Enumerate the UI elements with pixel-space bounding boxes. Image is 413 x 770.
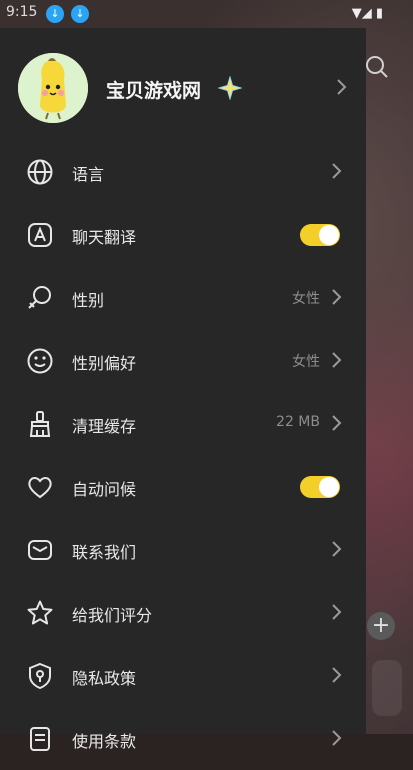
- chevron-right-icon: [335, 78, 349, 96]
- menu-item-label: 性别偏好: [72, 354, 137, 373]
- background-card: [372, 660, 402, 716]
- profile-name: 宝贝游戏网: [106, 80, 202, 102]
- menu-item-label: 性别: [72, 291, 105, 310]
- menu-item-label: 语言: [72, 165, 105, 184]
- star-icon: [26, 599, 54, 627]
- menu-item-rate-us[interactable]: 给我们评分: [0, 581, 366, 644]
- menu-item-chat-translate: 聊天翻译: [0, 203, 366, 266]
- chevron-right-icon: [330, 729, 344, 747]
- profile-header[interactable]: 宝贝游戏网: [0, 28, 366, 148]
- menu-item-contact-us[interactable]: 联系我们: [0, 518, 366, 581]
- shield-icon: [26, 662, 54, 690]
- chevron-right-icon: [330, 162, 344, 180]
- translate-icon: [26, 221, 54, 249]
- toggle-knob: [319, 225, 339, 245]
- menu-item-label: 隐私政策: [72, 669, 137, 688]
- menu-item-label: 聊天翻译: [72, 228, 137, 247]
- status-time: 9:15: [6, 4, 38, 20]
- smiley-icon: [26, 347, 54, 375]
- menu-item-terms-of-use[interactable]: 使用条款: [0, 707, 366, 770]
- chevron-right-icon: [330, 351, 344, 369]
- menu-item-label: 自动问候: [72, 480, 137, 499]
- download-icon: ↓: [71, 5, 89, 23]
- status-bar: 9:15 ↓ ↓ ▼◢ ▮: [0, 0, 413, 28]
- heart-icon: [26, 473, 54, 501]
- chevron-right-icon: [330, 666, 344, 684]
- banana-avatar-icon: [18, 53, 88, 123]
- cache-size: 22 MB: [276, 414, 320, 430]
- toggle-knob: [319, 477, 339, 497]
- chevron-right-icon: [330, 414, 344, 432]
- menu-item-label: 清理缓存: [72, 417, 137, 436]
- settings-menu: 语言 聊天翻译 性别 女性 性别偏好 女性 清理缓存 22 MB 自动问候 联系…: [0, 140, 366, 770]
- avatar[interactable]: [18, 53, 88, 123]
- mail-icon: [26, 536, 54, 564]
- menu-item-value: 女性: [292, 291, 320, 307]
- chat-translate-toggle[interactable]: [300, 224, 340, 246]
- menu-item-privacy-policy[interactable]: 隐私政策: [0, 644, 366, 707]
- add-icon[interactable]: +: [367, 612, 395, 640]
- menu-item-label: 给我们评分: [72, 606, 153, 625]
- broom-icon: [26, 410, 54, 438]
- auto-greeting-toggle[interactable]: [300, 476, 340, 498]
- chevron-right-icon: [330, 603, 344, 621]
- menu-item-clear-cache[interactable]: 清理缓存 22 MB: [0, 392, 366, 455]
- menu-item-label: 联系我们: [72, 543, 137, 562]
- globe-icon: [26, 158, 54, 186]
- document-icon: [26, 725, 54, 753]
- menu-item-auto-greeting: 自动问候: [0, 455, 366, 518]
- menu-item-gender[interactable]: 性别 女性: [0, 266, 366, 329]
- gender-icon: [26, 284, 54, 312]
- chevron-right-icon: [330, 288, 344, 306]
- navigation-drawer: 宝贝游戏网 语言 聊天翻译 性别 女性 性别偏好 女性 清理缓存 22 MB 自…: [0, 28, 366, 751]
- menu-item-language[interactable]: 语言: [0, 140, 366, 203]
- menu-item-label: 使用条款: [72, 732, 137, 751]
- search-icon[interactable]: [364, 54, 390, 80]
- chevron-right-icon: [330, 540, 344, 558]
- download-icon: ↓: [46, 5, 64, 23]
- signal-battery-icon: ▼◢ ▮: [351, 6, 383, 21]
- sparkle-icon: [218, 76, 242, 100]
- menu-item-value: 女性: [292, 354, 320, 370]
- menu-item-gender-preference[interactable]: 性别偏好 女性: [0, 329, 366, 392]
